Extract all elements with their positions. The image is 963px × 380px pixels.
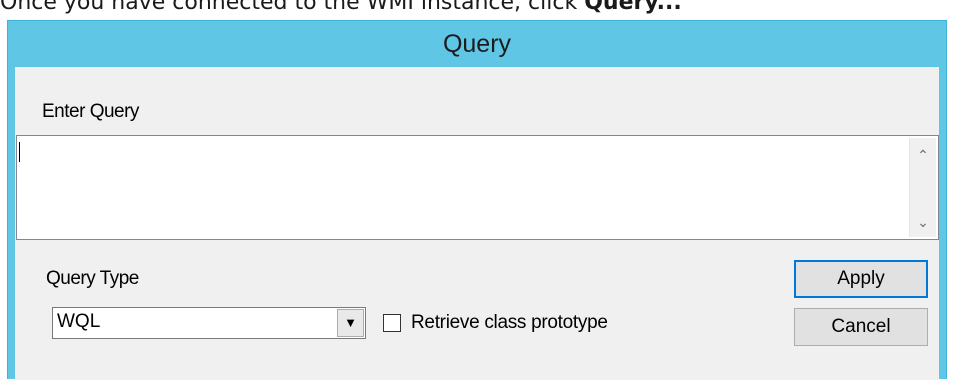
dropdown-arrow-icon[interactable]: ▼	[337, 309, 364, 337]
vertical-scrollbar[interactable]: ⌃ ⌄	[909, 138, 936, 237]
query-textarea[interactable]: ⌃ ⌄	[16, 135, 939, 240]
query-type-select[interactable]: WQL ▼	[52, 307, 366, 339]
query-dialog: Query Enter Query ⌃ ⌄ Query Type WQL ▼ R…	[7, 20, 947, 380]
retrieve-class-prototype-label[interactable]: Retrieve class prototype	[411, 312, 608, 334]
cancel-button[interactable]: Cancel	[794, 308, 928, 346]
enter-query-label: Enter Query	[42, 101, 139, 122]
dialog-title: Query	[442, 30, 512, 58]
query-type-label: Query Type	[46, 268, 139, 289]
chevron-up-icon[interactable]: ⌃	[910, 140, 936, 170]
instruction-caption: Once you have connected to the WMI insta…	[0, 0, 682, 20]
chevron-down-icon[interactable]: ⌄	[910, 207, 936, 237]
dialog-body: Enter Query ⌃ ⌄ Query Type WQL ▼ Retriev…	[15, 67, 939, 380]
apply-button[interactable]: Apply	[794, 260, 928, 298]
caption-text: Once you have connected to the WMI insta…	[0, 0, 585, 15]
text-caret	[19, 142, 20, 162]
caption-bold-text: Query...	[584, 0, 682, 15]
query-type-value: WQL	[57, 311, 101, 332]
retrieve-class-prototype-checkbox[interactable]	[383, 314, 401, 332]
